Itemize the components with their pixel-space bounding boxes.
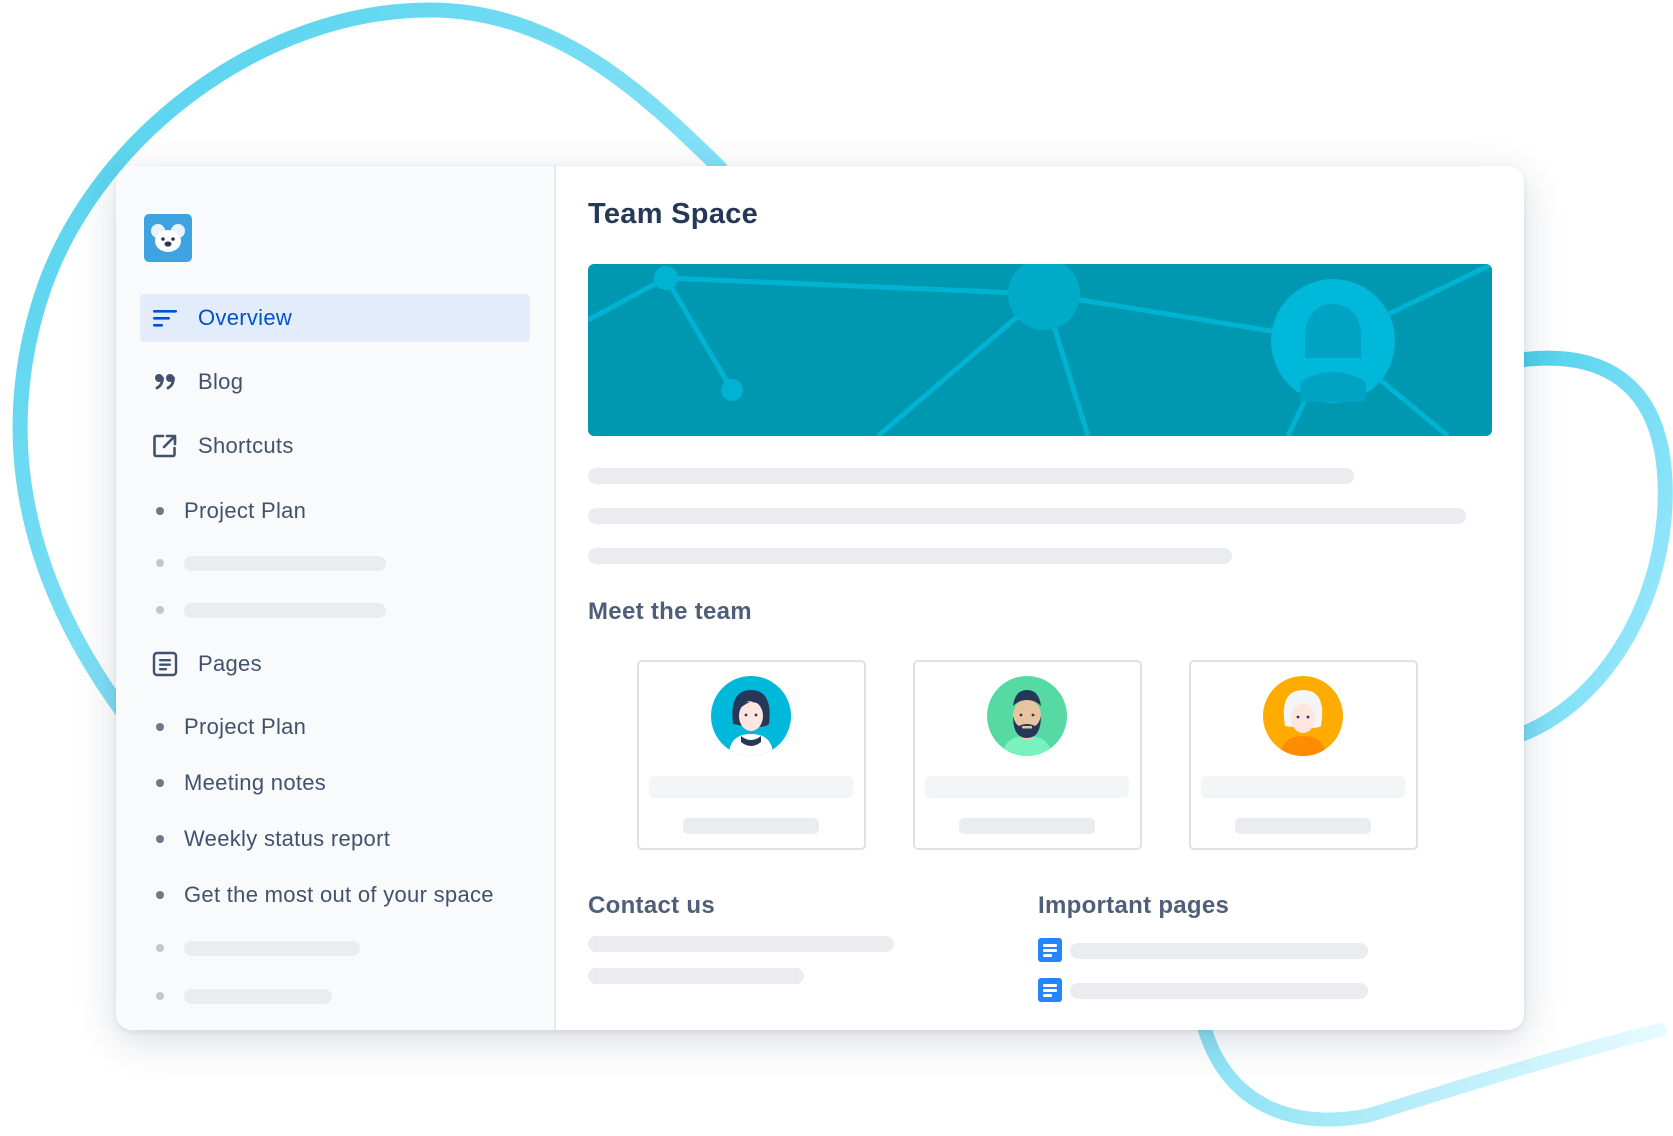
- elderly-woman-avatar: [1263, 676, 1343, 756]
- nav-blog[interactable]: Blog: [140, 358, 530, 406]
- meet-team-title: Meet the team: [588, 598, 752, 625]
- contact-placeholder: [588, 936, 894, 952]
- role-placeholder: [683, 818, 819, 834]
- name-placeholder: [925, 776, 1129, 798]
- shortcut-placeholder: [156, 546, 536, 580]
- bullet: [156, 507, 164, 515]
- nav-label: Shortcuts: [198, 433, 294, 458]
- bullet: [156, 891, 164, 899]
- page-placeholder: [156, 979, 536, 1013]
- page-item[interactable]: Project Plan: [156, 710, 536, 744]
- contact-placeholder: [588, 968, 804, 984]
- page-label: Weekly status report: [184, 826, 391, 851]
- nav-pages[interactable]: Pages: [140, 640, 530, 688]
- page-item[interactable]: Weekly status report: [156, 822, 536, 856]
- name-placeholder: [1201, 776, 1405, 798]
- shortcut-placeholder: [156, 593, 536, 627]
- placeholder-bar: [184, 555, 386, 571]
- bullet: [156, 992, 164, 1000]
- main-content: Team Space Meet the team Contact us Impo…: [556, 166, 1524, 1030]
- important-page-link[interactable]: [1070, 983, 1368, 999]
- document-icon[interactable]: [1038, 978, 1062, 1002]
- koala-logo-icon[interactable]: [144, 214, 192, 262]
- placeholder-bar: [184, 602, 386, 618]
- name-placeholder: [649, 776, 853, 798]
- page-title: Team Space: [588, 198, 759, 230]
- page-label: Meeting notes: [184, 770, 327, 795]
- page-item[interactable]: Get the most out of your space: [156, 878, 536, 912]
- page-placeholder: [156, 931, 536, 965]
- bearded-man-avatar: [987, 676, 1067, 756]
- network-avatar-icon: [588, 264, 1492, 436]
- bullet: [156, 723, 164, 731]
- nav-overview[interactable]: Overview: [140, 294, 530, 342]
- nav-label: Pages: [198, 651, 262, 676]
- app-window: Overview Blog Shortcuts Project Plan Pag…: [116, 166, 1524, 1030]
- shortcut-label: Project Plan: [184, 498, 307, 523]
- text-placeholder: [588, 508, 1466, 524]
- text-placeholder: [588, 468, 1354, 484]
- team-card[interactable]: [637, 660, 866, 850]
- placeholder-bar: [184, 940, 360, 956]
- document-icon[interactable]: [1038, 938, 1062, 962]
- bullet: [156, 835, 164, 843]
- bullet: [156, 779, 164, 787]
- nav-shortcuts[interactable]: Shortcuts: [140, 422, 530, 470]
- overview-lines-icon: [152, 305, 178, 331]
- role-placeholder: [1235, 818, 1371, 834]
- banner-image: [588, 264, 1492, 436]
- external-link-icon: [152, 433, 178, 459]
- page-label: Project Plan: [184, 714, 307, 739]
- woman-dark-hair-avatar: [711, 676, 791, 756]
- contact-title: Contact us: [588, 892, 716, 919]
- bullet: [156, 559, 164, 567]
- shortcut-item[interactable]: Project Plan: [156, 494, 536, 528]
- placeholder-bar: [184, 988, 332, 1004]
- important-pages-title: Important pages: [1038, 892, 1230, 919]
- role-placeholder: [959, 818, 1095, 834]
- page-icon: [152, 651, 178, 677]
- bullet: [156, 606, 164, 614]
- team-card[interactable]: [1189, 660, 1418, 850]
- sidebar: Overview Blog Shortcuts Project Plan Pag…: [116, 166, 556, 1030]
- page-item[interactable]: Meeting notes: [156, 766, 536, 800]
- quote-icon: [152, 369, 178, 395]
- nav-label: Overview: [198, 305, 293, 330]
- stage: Overview Blog Shortcuts Project Plan Pag…: [0, 0, 1673, 1136]
- team-card[interactable]: [913, 660, 1142, 850]
- important-page-link[interactable]: [1070, 943, 1368, 959]
- page-label: Get the most out of your space: [184, 882, 494, 907]
- text-placeholder: [588, 548, 1232, 564]
- nav-label: Blog: [198, 369, 244, 394]
- bullet: [156, 944, 164, 952]
